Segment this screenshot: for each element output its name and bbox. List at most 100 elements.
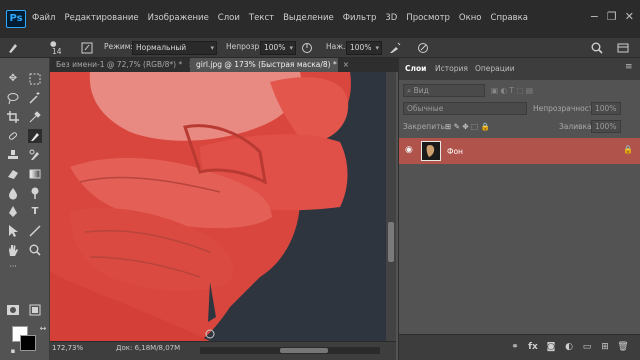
horizontal-scroll-thumb[interactable] [280, 348, 328, 353]
close-icon[interactable]: × [343, 60, 349, 69]
more-tools-icon[interactable]: ··· [6, 260, 20, 274]
path-selection-tool-icon[interactable] [6, 224, 20, 238]
layer-opacity-input[interactable]: 100% [591, 102, 621, 115]
lock-icons[interactable]: ⊞ ✎ ✥ ⬚ 🔒 [445, 122, 490, 131]
menu-window[interactable]: Окно [459, 13, 482, 23]
pen-tool-icon[interactable] [6, 205, 20, 219]
eye-icon[interactable]: ◉ [405, 144, 417, 156]
lasso-tool-icon[interactable] [6, 91, 20, 105]
crop-tool-icon[interactable] [6, 110, 20, 124]
opacity-input[interactable]: 100% ▾ [260, 41, 296, 55]
eyedropper-tool-icon[interactable] [28, 110, 42, 124]
brush-tool-preset-icon[interactable] [6, 41, 20, 55]
screen-mode-icon[interactable] [28, 303, 42, 317]
restore-button[interactable]: ❐ [607, 10, 617, 23]
layer-row-background[interactable]: ◉ Фон 🔒 [399, 138, 640, 164]
brush-panel-icon[interactable] [80, 41, 94, 55]
opacity-label: Непрозр.: [226, 42, 265, 51]
history-brush-tool-icon[interactable] [28, 148, 42, 162]
menu-select[interactable]: Выделение [283, 13, 334, 23]
menu-edit[interactable]: Редактирование [64, 13, 138, 23]
new-group-icon[interactable]: ▭ [581, 341, 593, 353]
blur-tool-icon[interactable] [6, 186, 20, 200]
fx-icon[interactable]: fx [527, 341, 539, 353]
swap-colors-icon[interactable]: ↔ [36, 322, 50, 336]
search-icon[interactable] [590, 41, 604, 55]
workspace-icon[interactable] [616, 41, 630, 55]
adjustment-layer-icon[interactable]: ◐ [563, 341, 575, 353]
move-tool-icon[interactable]: ✥ [6, 72, 20, 86]
hand-tool-icon[interactable] [6, 243, 20, 257]
brush-size-value[interactable]: 14 [52, 47, 62, 56]
background-color-swatch[interactable] [20, 335, 36, 351]
eraser-tool-icon[interactable] [6, 167, 20, 181]
pressure-size-icon[interactable] [416, 41, 430, 55]
menu-type[interactable]: Текст [249, 13, 274, 23]
vertical-scrollbar[interactable] [386, 72, 396, 341]
document-canvas[interactable] [50, 72, 386, 341]
layers-panel: Слои История Операции ≡ ⌕ Вид ▣ ◐ T ⬚ ▤ … [398, 58, 640, 360]
layer-filter-row: ⌕ Вид ▣ ◐ T ⬚ ▤ [399, 82, 640, 100]
default-colors-icon[interactable]: ▪ [6, 344, 20, 358]
dodge-tool-icon[interactable] [28, 186, 42, 200]
menu-help[interactable]: Справка [491, 13, 528, 23]
filter-icons[interactable]: ▣ ◐ T ⬚ ▤ [491, 86, 533, 95]
brush-tool-icon[interactable] [28, 129, 42, 143]
flow-input[interactable]: 100% ▾ [346, 41, 382, 55]
menu-bar: Ps Файл Редактирование Изображение Слои … [0, 0, 640, 38]
tab-actions[interactable]: Операции [475, 64, 515, 73]
menu-3d[interactable]: 3D [385, 13, 397, 23]
chevron-down-icon: ▾ [289, 44, 293, 52]
quick-mask-image [50, 72, 386, 341]
doc-size: Док: 6,18M/8,07M [116, 344, 181, 352]
type-tool-icon[interactable]: T [28, 205, 42, 219]
blend-mode-select[interactable]: Обычные [403, 102, 527, 115]
panel-menu-icon[interactable]: ≡ [625, 62, 633, 72]
menu-image[interactable]: Изображение [148, 13, 209, 23]
layer-filter-select[interactable]: ⌕ Вид [403, 84, 485, 97]
tab-history[interactable]: История [435, 64, 468, 73]
lock-row: Закрепить: ⊞ ✎ ✥ ⬚ 🔒 Заливка: 100% [399, 118, 640, 136]
pressure-opacity-icon[interactable] [300, 41, 314, 55]
close-button[interactable]: ✕ [625, 10, 634, 23]
gradient-tool-icon[interactable] [28, 167, 42, 181]
delete-layer-icon[interactable]: 🗑 [617, 341, 629, 353]
layer-filter-value: Вид [413, 86, 429, 95]
tab-girl[interactable]: girl.jpg @ 173% (Быстрая маска/8) * × [190, 58, 349, 72]
fill-input[interactable]: 100% [591, 120, 621, 133]
horizontal-scrollbar[interactable] [200, 347, 380, 354]
magic-wand-tool-icon[interactable] [28, 91, 42, 105]
tab-untitled-label: Без имени-1 @ 72,7% (RGB/8*) * [56, 60, 183, 69]
line-tool-icon[interactable] [28, 224, 42, 238]
clone-stamp-tool-icon[interactable] [6, 148, 20, 162]
flow-label: Наж.: [326, 42, 348, 51]
zoom-tool-icon[interactable] [28, 243, 42, 257]
menu-filter[interactable]: Фильтр [343, 13, 377, 23]
minimize-button[interactable]: − [590, 10, 599, 23]
menu-view[interactable]: Просмотр [406, 13, 450, 23]
mode-select[interactable]: Нормальный ▾ [132, 41, 217, 55]
options-bar: ● 14 Режим: Нормальный ▾ Непрозр.: 100% … [0, 38, 640, 58]
airbrush-icon[interactable] [388, 41, 402, 55]
search-icon: ⌕ [407, 86, 414, 95]
healing-brush-tool-icon[interactable] [6, 129, 20, 143]
layer-name: Фон [447, 147, 463, 156]
link-layers-icon[interactable]: ⚭ [509, 341, 521, 353]
add-mask-icon[interactable]: ◙ [545, 341, 557, 353]
zoom-level[interactable]: 172,73% [52, 344, 83, 352]
photoshop-logo: Ps [6, 10, 26, 28]
marquee-tool-icon[interactable] [28, 72, 42, 86]
fill-value: 100% [595, 122, 617, 131]
blend-mode-value: Обычные [407, 104, 444, 113]
status-bar: 172,73% Док: 6,18M/8,07M [50, 341, 396, 360]
new-layer-icon[interactable]: ⊞ [599, 341, 611, 353]
menu-file[interactable]: Файл [32, 13, 55, 23]
layers-footer: ⚭ fx ◙ ◐ ▭ ⊞ 🗑 [399, 334, 640, 360]
quick-mask-icon[interactable] [6, 303, 20, 317]
vertical-scroll-thumb[interactable] [388, 222, 394, 262]
tab-layers[interactable]: Слои [405, 64, 426, 73]
window-controls: − ❐ ✕ [590, 10, 634, 23]
opacity-value: 100% [264, 43, 286, 52]
tab-untitled[interactable]: Без имени-1 @ 72,7% (RGB/8*) *× [50, 58, 195, 72]
menu-layers[interactable]: Слои [218, 13, 240, 23]
